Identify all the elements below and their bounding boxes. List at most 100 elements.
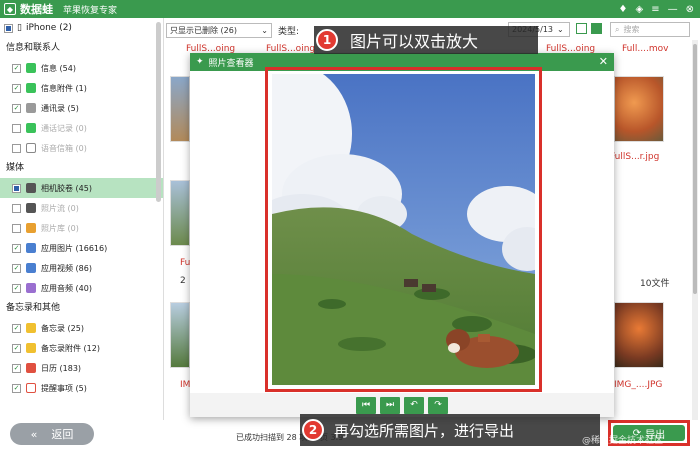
checkbox[interactable] — [12, 283, 21, 293]
thumbnail[interactable] — [614, 302, 664, 368]
checkbox[interactable] — [12, 363, 21, 373]
minimize-icon[interactable]: — — [668, 4, 678, 15]
file-name: IMG_....JPG — [614, 380, 663, 390]
message-icon — [26, 63, 36, 73]
sidebar-item-label: 语音信箱 (0) — [41, 143, 87, 153]
photo-viewer-dialog: ✦ 照片查看器 ✕ ⏮ ⏭ ↶ ↷ — [190, 53, 614, 417]
calendar-icon — [26, 363, 36, 373]
checkbox[interactable] — [12, 63, 21, 73]
photo-highlight — [265, 67, 542, 392]
file-name: Full....mov — [622, 44, 669, 54]
next-photo-button[interactable]: ⏭ — [380, 396, 400, 414]
checkbox[interactable] — [12, 323, 21, 333]
sidebar-item-app-videos[interactable]: 应用视频 (86) — [0, 258, 163, 278]
grid-scrollbar-thumb[interactable] — [693, 44, 697, 294]
checkbox[interactable] — [12, 203, 21, 213]
sidebar-item-contacts[interactable]: 通讯录 (5) — [0, 98, 163, 118]
back-button[interactable]: « 返回 — [10, 423, 94, 445]
checkbox[interactable] — [12, 143, 21, 153]
sidebar-item-label: 信息附件 (1) — [41, 83, 87, 93]
thumbnail[interactable] — [170, 76, 190, 142]
checkbox[interactable] — [12, 123, 21, 133]
sidebar-item-call-history[interactable]: 通话记录 (0) — [0, 118, 163, 138]
previous-photo-button[interactable]: ⏮ — [356, 396, 376, 414]
section-title-media: 媒体 — [6, 163, 25, 173]
sidebar-item-label: 相机胶卷 (45) — [41, 183, 92, 193]
file-name: FullS...r.jpg — [610, 152, 660, 162]
back-label: 返回 — [51, 428, 74, 441]
pin-icon: ✦ — [196, 57, 204, 67]
checkbox[interactable] — [12, 103, 21, 113]
sidebar-item-app-photos[interactable]: 应用图片 (16616) — [0, 238, 163, 258]
file-count: 10文件 — [640, 279, 670, 289]
sidebar-item-label: 备忘录 (25) — [41, 323, 84, 333]
phone-icon: ▯ — [17, 23, 22, 33]
thumbnail[interactable] — [614, 76, 664, 142]
checkbox[interactable] — [12, 343, 21, 353]
sidebar-item-label: 应用音频 (40) — [41, 283, 92, 293]
section-title-notes: 备忘录和其他 — [6, 303, 61, 313]
device-checkbox[interactable] — [4, 23, 13, 33]
dialog-close-icon[interactable]: ✕ — [599, 55, 608, 68]
search-input[interactable]: ⌕ 搜索 — [610, 22, 690, 37]
sidebar-item-label: 照片流 (0) — [41, 203, 79, 213]
close-icon[interactable]: ⊗ — [686, 4, 694, 15]
preview-photo[interactable] — [272, 74, 535, 385]
sidebar-item-notes[interactable]: 备忘录 (25) — [0, 318, 163, 338]
sidebar-item-label: 信息 (54) — [41, 63, 76, 73]
gift-icon[interactable]: ♦ — [619, 4, 628, 15]
checkbox[interactable] — [12, 243, 21, 253]
watermark: @稀土掘金技术社区 — [582, 436, 664, 446]
diamond-icon[interactable]: ◈ — [636, 4, 644, 15]
thumbnail[interactable] — [170, 180, 190, 246]
sidebar-item-messages[interactable]: 信息 (54) — [0, 58, 163, 78]
sidebar-item-reminders[interactable]: 提醒事项 (5) — [0, 378, 163, 398]
app-name: 数据蛙 — [20, 3, 53, 16]
note-attachment-icon — [26, 343, 36, 353]
sidebar-item-label: 通讯录 (5) — [41, 103, 79, 113]
sidebar-item-camera-roll[interactable]: 相机胶卷 (45) — [0, 178, 163, 198]
annotation-text: 图片可以双击放大 — [350, 32, 479, 51]
device-row[interactable]: ▯ iPhone (2) — [0, 18, 163, 38]
notes-icon — [26, 323, 36, 333]
contacts-icon — [26, 103, 36, 113]
type-label: 类型: — [278, 26, 300, 37]
checkbox[interactable] — [12, 383, 21, 393]
rotate-left-button[interactable]: ↶ — [404, 396, 424, 414]
filter-value: 只显示已删除 (26) — [170, 25, 237, 35]
sidebar-item-message-attachments[interactable]: 信息附件 (1) — [0, 78, 163, 98]
sidebar-item-label: 应用图片 (16616) — [41, 243, 108, 253]
sidebar-item-photo-stream[interactable]: 照片流 (0) — [0, 198, 163, 218]
thumbnail[interactable] — [170, 302, 190, 368]
music-icon — [26, 283, 36, 293]
grid-view-icon[interactable] — [591, 23, 602, 34]
menu-icon[interactable]: ≡ — [651, 4, 659, 15]
sidebar-item-voicemail[interactable]: 语音信箱 (0) — [0, 138, 163, 158]
filter-select[interactable]: 只显示已删除 (26) ⌄ — [166, 22, 272, 38]
dialog-title: 照片查看器 — [208, 58, 254, 69]
photo-library-icon — [26, 223, 36, 233]
title-bar: ◆ 数据蛙 苹果恢复专家 ♦ ◈ ≡ — ⊗ — [0, 0, 700, 18]
device-label: iPhone (2) — [25, 23, 72, 33]
sidebar-item-app-audio[interactable]: 应用音频 (40) — [0, 278, 163, 298]
checkbox[interactable] — [12, 223, 21, 233]
reminders-icon — [26, 383, 36, 393]
search-placeholder: 搜索 — [623, 25, 640, 34]
list-view-icon[interactable] — [576, 23, 587, 34]
search-icon: ⌕ — [615, 24, 620, 34]
sidebar-item-note-attachments[interactable]: 备忘录附件 (12) — [0, 338, 163, 358]
annotation-number: 1 — [316, 29, 338, 51]
checkbox[interactable] — [12, 83, 21, 93]
sidebar-item-label: 照片库 (0) — [41, 223, 79, 233]
sidebar-scrollbar[interactable] — [156, 22, 161, 202]
rotate-right-button[interactable]: ↷ — [428, 396, 448, 414]
sidebar-item-calendar[interactable]: 日历 (183) — [0, 358, 163, 378]
checkbox[interactable] — [12, 263, 21, 273]
sidebar-item-label: 备忘录附件 (12) — [41, 343, 100, 353]
video-icon — [26, 263, 36, 273]
camera-icon — [26, 183, 36, 193]
chevron-down-icon: ⌄ — [557, 25, 564, 34]
sidebar-item-photo-library[interactable]: 照片库 (0) — [0, 218, 163, 238]
checkbox[interactable] — [12, 183, 21, 193]
annotation-number: 2 — [302, 419, 324, 441]
